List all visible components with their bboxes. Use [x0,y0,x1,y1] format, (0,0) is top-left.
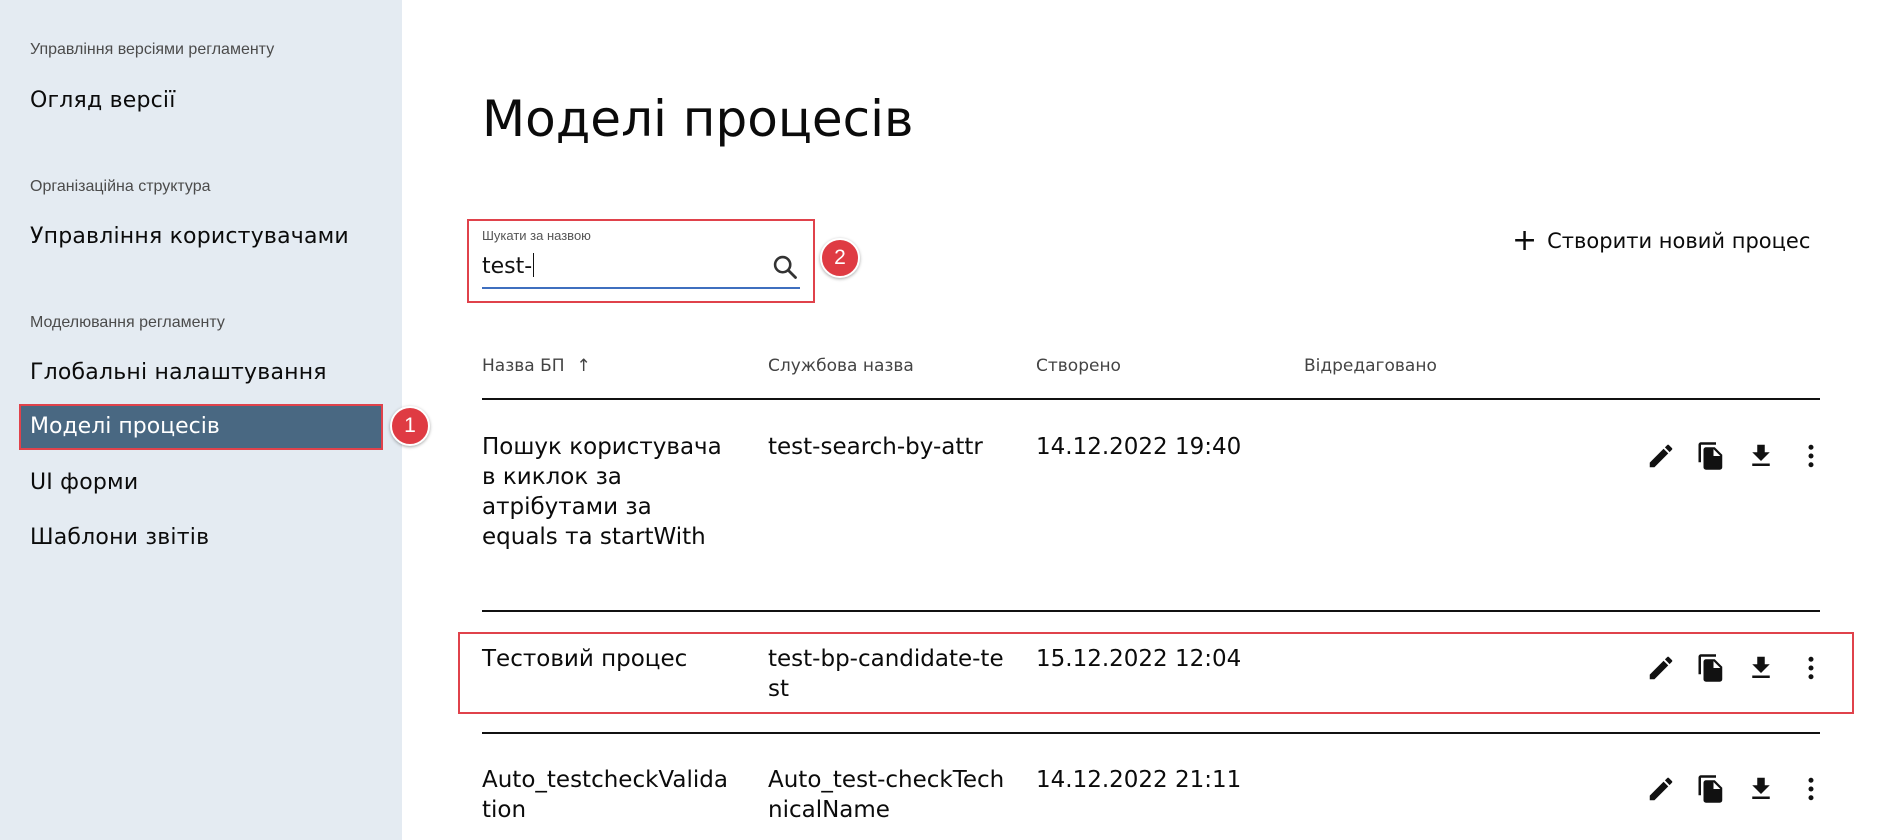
column-header-system-name[interactable]: Службова назва [768,356,914,376]
row-system-name: Auto_test-checkTechnicalName [768,767,1005,823]
download-icon[interactable] [1743,650,1779,686]
row-actions [1643,650,1829,686]
more-vert-icon[interactable] [1793,771,1829,807]
plus-icon: + [1512,223,1538,258]
create-process-label: Створити новий процес [1547,229,1811,253]
edit-icon[interactable] [1643,438,1679,474]
copy-icon[interactable] [1693,438,1729,474]
page-title: Моделі процесів [482,90,914,148]
more-vert-icon[interactable] [1793,650,1829,686]
sidebar-section-versions: Управління версіями регламенту [30,41,275,58]
highlight-process-models [19,404,383,450]
column-header-created[interactable]: Створено [1036,356,1121,376]
row-actions [1643,771,1829,807]
row-divider [482,610,1820,612]
row-name: Auto_testcheckValidation [482,767,728,823]
more-vert-icon[interactable] [1793,438,1829,474]
create-process-button[interactable]: + Створити новий процес [1512,226,1810,256]
sort-ascending-icon[interactable]: ↑ [577,356,591,376]
row-system-name: test-search-by-attr [768,434,983,460]
sidebar-item-report-templates[interactable]: Шаблони звітів [30,525,209,550]
column-header-edited[interactable]: Відредаговано [1304,356,1437,376]
row-created: 14.12.2022 19:40 [1036,434,1242,460]
row-created: 14.12.2022 21:11 [1036,767,1242,793]
search-input[interactable]: test- [482,253,535,279]
download-icon[interactable] [1743,438,1779,474]
text-caret [533,253,535,277]
sidebar-item-global-settings[interactable]: Глобальні налаштування [30,360,327,385]
sidebar-item-ui-forms[interactable]: UI форми [30,470,138,495]
search-label: Шукати за назвою [482,228,591,243]
column-header-name[interactable]: Назва БП ↑ [482,356,591,376]
sidebar-item-user-management[interactable]: Управління користувачами [30,224,349,249]
step-badge-2: 2 [820,238,860,278]
search-input-value: test- [482,254,533,279]
sidebar-section-modeling: Моделювання регламенту [30,314,225,331]
row-created: 15.12.2022 12:04 [1036,646,1242,672]
copy-icon[interactable] [1693,771,1729,807]
column-header-name-label: Назва БП [482,356,565,376]
edit-icon[interactable] [1643,650,1679,686]
row-name: Пошук користувача в киклок за атрібутами… [482,434,722,550]
search-underline [482,287,800,289]
table-header-divider [482,398,1820,400]
row-name: Тестовий процес [482,646,688,672]
row-system-name: test-bp-candidate-test [768,646,1004,702]
row-divider [482,732,1820,734]
sidebar-item-version-overview[interactable]: Огляд версії [30,88,176,113]
search-icon[interactable] [771,253,799,281]
row-actions [1643,438,1829,474]
download-icon[interactable] [1743,771,1779,807]
copy-icon[interactable] [1693,650,1729,686]
sidebar-section-org: Організаційна структура [30,178,211,195]
step-badge-1: 1 [390,406,430,446]
edit-icon[interactable] [1643,771,1679,807]
